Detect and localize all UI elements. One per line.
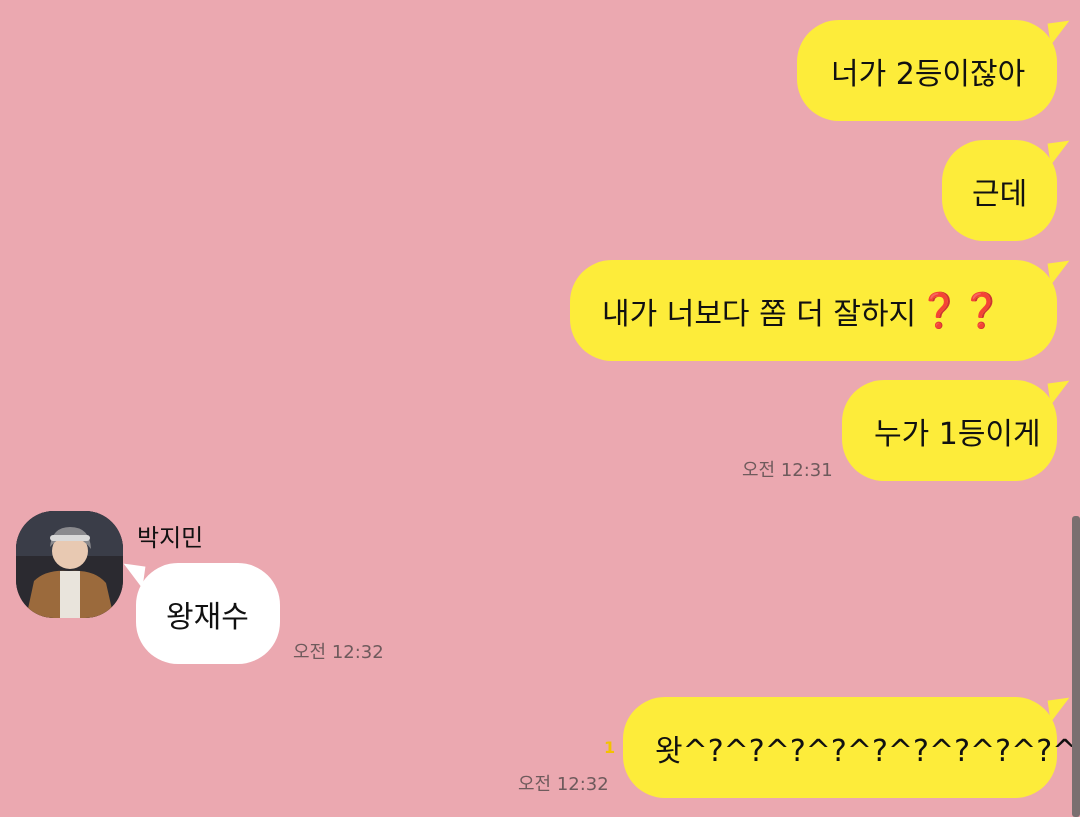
outgoing-message-bubble[interactable]: 내가 너보다 쫌 더 잘하지 ❓❓ — [570, 260, 1057, 361]
message-text: 내가 너보다 쫌 더 잘하지 — [602, 296, 917, 332]
avatar[interactable] — [16, 511, 123, 618]
message-timestamp: 오전 12:32 — [518, 774, 609, 795]
message-timestamp: 오전 12:31 — [742, 460, 833, 481]
message-text: 누가 1등이게 — [874, 416, 1041, 452]
scrollbar[interactable] — [1072, 516, 1080, 817]
unread-count: 1 — [604, 738, 616, 757]
outgoing-message-bubble[interactable]: 누가 1등이게 — [842, 380, 1057, 481]
outgoing-message-bubble[interactable]: 너가 2등이잖아 — [797, 20, 1057, 121]
profile-photo-icon — [16, 511, 123, 618]
message-text: 너가 2등이잖아 — [831, 56, 1026, 92]
outgoing-message-bubble[interactable]: 왓^?^?^?^?^?^?^?^?^?^ — [623, 697, 1077, 798]
sender-name: 박지민 — [137, 524, 204, 552]
message-text: 왕재수 — [166, 599, 249, 635]
message-timestamp: 오전 12:32 — [293, 642, 384, 663]
outgoing-message-bubble[interactable]: 근데 — [942, 140, 1057, 241]
question-mark-emoji-icon: ❓❓ — [918, 290, 1003, 331]
message-text: 왓^?^?^?^?^?^?^?^?^?^ — [655, 733, 1078, 769]
incoming-message-bubble[interactable]: 왕재수 — [136, 563, 280, 664]
message-text: 근데 — [972, 176, 1028, 212]
